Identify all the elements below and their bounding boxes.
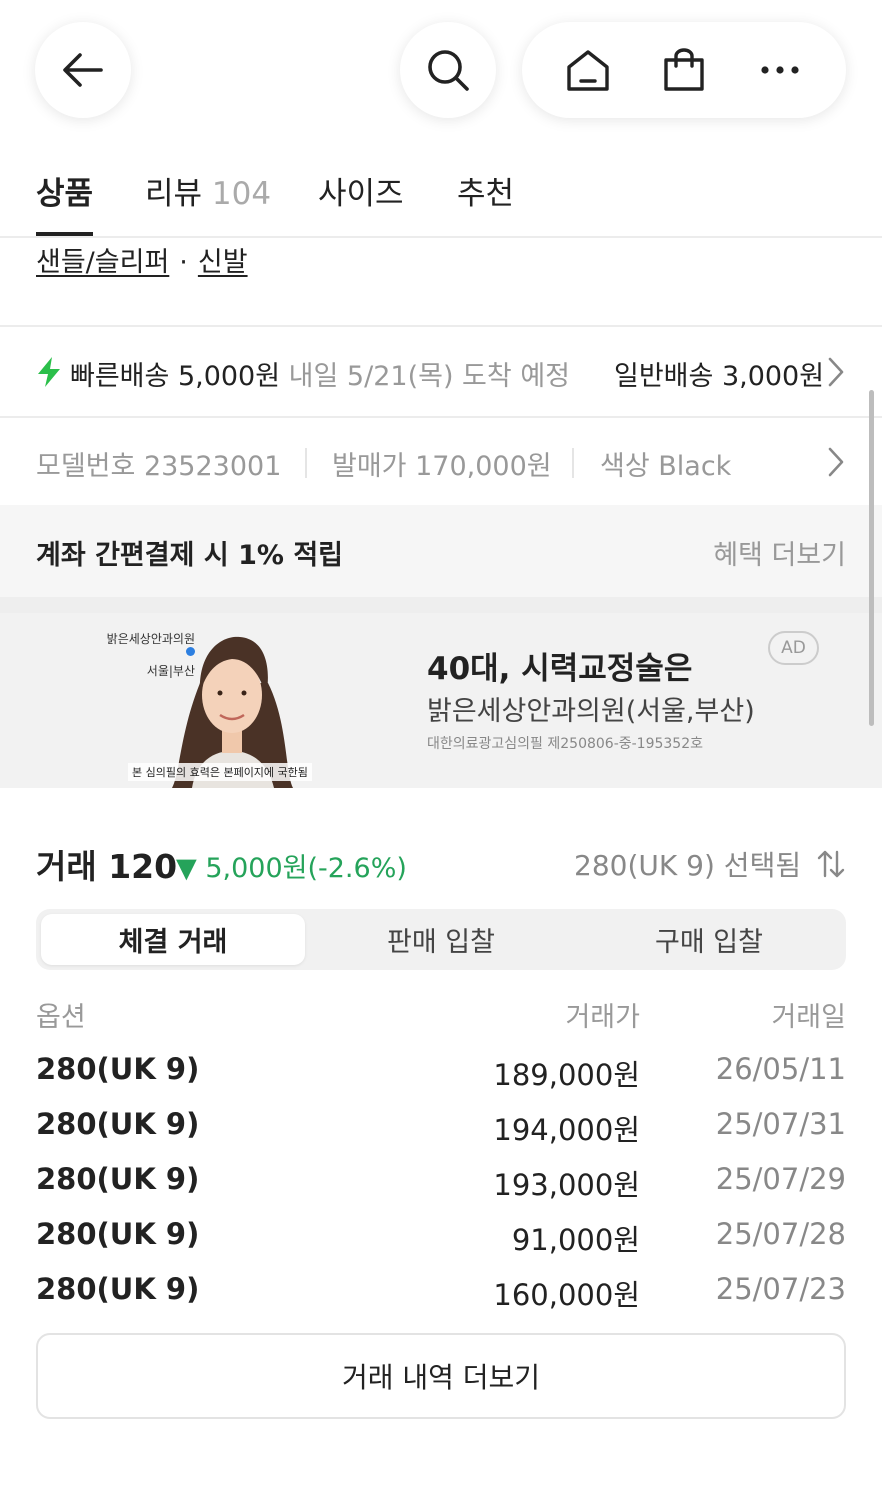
header-date: 거래일 (771, 1002, 846, 1033)
ad-banner[interactable]: 밝은세상안과의원 서울|부산 본 심의필의 효력은 본페이지에 국한됨 40대,… (0, 613, 882, 788)
breadcrumb-separator: · (179, 247, 188, 278)
trade-type-segment: 체결 거래 판매 입찰 구매 입찰 (36, 909, 846, 970)
fast-shipping-label: 빠른배송 5,000원 (70, 361, 281, 392)
row-date: 26/05/11 (715, 1052, 846, 1086)
table-row: 280(UK 9) 193,000원 25/07/29 (36, 1162, 846, 1217)
product-tabs: 상품 리뷰 104 사이즈 추천 (0, 150, 882, 238)
row-date: 25/07/28 (715, 1217, 846, 1251)
more-horizontal-icon (761, 66, 799, 74)
row-price: 189,000원 (493, 1058, 640, 1092)
row-option: 280(UK 9) (36, 1272, 200, 1306)
search-icon (428, 50, 469, 91)
table-header: 옵션 거래가 거래일 (36, 995, 846, 1035)
search-button[interactable] (400, 22, 496, 118)
segment-sell-bids[interactable]: 판매 입찰 (309, 914, 573, 965)
nav-pill (522, 22, 846, 118)
shopping-bag-button[interactable] (652, 38, 716, 102)
tab-label: 리뷰 (145, 176, 203, 212)
ad-approval-text: 대한의료광고심의필 제250806-중-195352호 (427, 736, 703, 752)
release-price: 발매가 170,000원 (332, 451, 552, 482)
trade-history-more-button[interactable]: 거래 내역 더보기 (36, 1333, 846, 1419)
benefit-more-link[interactable]: 혜택 더보기 (713, 533, 846, 572)
row-price: 193,000원 (493, 1168, 640, 1202)
segment-buy-bids[interactable]: 구매 입찰 (577, 914, 841, 965)
section-gap (0, 597, 882, 613)
divider (0, 325, 882, 327)
size-selector[interactable]: 280(UK 9) 선택됨 (574, 844, 846, 884)
sort-arrows-icon (817, 850, 845, 878)
separator (572, 448, 574, 478)
row-option: 280(UK 9) (36, 1052, 200, 1086)
row-price: 194,000원 (493, 1113, 640, 1147)
top-bar (0, 0, 882, 140)
price-change: ▼ 5,000원(-2.6%) (176, 853, 407, 884)
row-price: 91,000원 (511, 1223, 640, 1257)
row-price: 160,000원 (493, 1278, 640, 1312)
fast-shipping: 빠른배송 5,000원 내일 5/21(목) 도착 예정 (70, 354, 570, 393)
row-date: 25/07/29 (715, 1162, 846, 1196)
tab-recommend[interactable]: 추천 (457, 168, 514, 213)
breadcrumb-category[interactable]: 샌들/슬리퍼 (36, 247, 169, 278)
active-tab-indicator (36, 232, 93, 236)
tab-size[interactable]: 사이즈 (318, 168, 404, 213)
ad-headline: 40대, 시력교정술은 (427, 651, 693, 687)
more-button[interactable] (748, 38, 812, 102)
tab-label: 상품 (36, 176, 94, 212)
ad-disclaimer: 본 심의필의 효력은 본페이지에 국한됨 (128, 763, 312, 781)
normal-shipping-label: 일반배송 3,000원 (614, 361, 824, 392)
model-number: 모델번호 23523001 (36, 451, 282, 482)
separator (305, 448, 307, 478)
segment-completed-trades[interactable]: 체결 거래 (41, 914, 305, 965)
table-row: 280(UK 9) 160,000원 25/07/23 (36, 1272, 846, 1327)
product-info-row[interactable]: 모델번호 23523001 발매가 170,000원 색상 Black (0, 418, 882, 504)
tab-product[interactable]: 상품 (36, 168, 93, 213)
tab-label: 사이즈 (318, 176, 404, 212)
row-option: 280(UK 9) (36, 1107, 200, 1141)
lightning-icon (38, 357, 60, 387)
breadcrumb-subcategory[interactable]: 신발 (198, 247, 248, 278)
row-date: 25/07/23 (715, 1272, 846, 1306)
fast-shipping-eta: 내일 5/21(목) 도착 예정 (288, 361, 570, 392)
benefit-title: 계좌 간편결제 시 1% 적립 (36, 540, 343, 571)
table-row: 280(UK 9) 189,000원 26/05/11 (36, 1052, 846, 1107)
home-button[interactable] (556, 38, 620, 102)
table-row: 280(UK 9) 91,000원 25/07/28 (36, 1217, 846, 1272)
tab-label: 추천 (457, 176, 515, 212)
scrollbar[interactable] (869, 390, 874, 726)
product-color: 색상 Black (600, 451, 732, 482)
row-option: 280(UK 9) (36, 1217, 200, 1251)
breadcrumb: 샌들/슬리퍼 · 신발 (36, 240, 248, 279)
chevron-right-icon (828, 357, 844, 387)
row-option: 280(UK 9) (36, 1162, 200, 1196)
benefit-banner: 계좌 간편결제 시 1% 적립 혜택 더보기 (0, 505, 882, 597)
header-price: 거래가 (565, 1002, 640, 1033)
ad-subtitle: 밝은세상안과의원(서울,부산) (427, 696, 755, 727)
row-date: 25/07/31 (715, 1107, 846, 1141)
home-icon (567, 50, 609, 91)
trade-count: 거래 120 (36, 847, 178, 886)
ad-badge: AD (768, 631, 819, 665)
tab-review[interactable]: 리뷰 104 (145, 168, 271, 213)
trade-header: 거래 120 ▼ 5,000원(-2.6%) 280(UK 9) 선택됨 (36, 840, 846, 886)
table-row: 280(UK 9) 194,000원 25/07/31 (36, 1107, 846, 1162)
selected-size-label: 280(UK 9) 선택됨 (574, 849, 802, 882)
back-button[interactable] (35, 22, 131, 118)
review-count: 104 (211, 176, 272, 212)
shipping-row[interactable]: 빠른배송 5,000원 내일 5/21(목) 도착 예정 일반배송 3,000원 (0, 328, 882, 416)
chevron-right-icon (828, 447, 844, 477)
shopping-bag-icon (664, 48, 704, 91)
trade-table: 옵션 거래가 거래일 280(UK 9) 189,000원 26/05/11 2… (36, 995, 846, 1327)
arrow-left-icon (63, 53, 103, 87)
header-option: 옵션 (36, 1002, 86, 1033)
